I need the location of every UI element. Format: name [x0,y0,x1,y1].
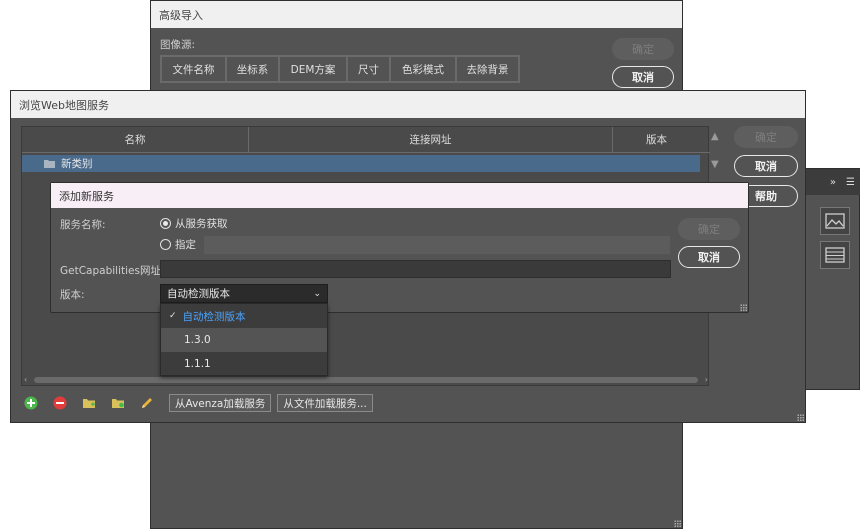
scroll-right-icon[interactable]: › [698,375,708,384]
checkmark-icon: ✓ [169,311,177,321]
folder-star-icon[interactable] [111,396,125,410]
radio-checked-icon [160,218,171,229]
side-panel: » ☰ [805,168,860,390]
list-item[interactable]: 新类别 [22,155,700,172]
version-label: 版本: [60,289,85,301]
version-select-value: 自动检测版本 [167,288,230,300]
load-from-avenza-button[interactable]: 从Avenza加载服务 [169,394,272,412]
radio-from-service-label: 从服务获取 [175,218,228,230]
advanced-import-title: 高级导入 [159,8,203,22]
list-item-label: 新类别 [61,158,93,170]
resize-gripper[interactable] [740,304,747,311]
column-url[interactable]: 连接网址 [249,127,613,152]
tab-coordinate-system[interactable]: 坐标系 [226,56,279,82]
tab-color-mode[interactable]: 色彩模式 [390,56,456,82]
radio-specify[interactable]: 指定 [160,237,196,252]
dropdown-option-auto[interactable]: ✓ 自动检测版本 [161,304,327,328]
pencil-icon[interactable] [140,396,154,410]
tab-remove-background[interactable]: 去除背景 [456,56,519,82]
add-service-titlebar: 添加新服务 [51,183,748,208]
radio-specify-label: 指定 [175,239,196,251]
tab-dem-scheme[interactable]: DEM方案 [279,56,347,82]
dropdown-option-label: 1.1.1 [184,358,211,370]
radio-unchecked-icon [160,239,171,250]
dropdown-option-111[interactable]: 1.1.1 [161,352,327,376]
image-source-label: 图像源: [160,39,196,51]
load-from-file-button[interactable]: 从文件加载服务... [277,394,373,412]
browse-wms-title: 浏览Web地图服务 [19,98,109,112]
tab-file-name[interactable]: 文件名称 [161,56,226,82]
remove-icon[interactable] [53,396,67,410]
move-down-icon[interactable]: ▼ [711,159,719,170]
add-service-title: 添加新服务 [59,189,114,203]
advanced-import-ok-button[interactable]: 确定 [612,38,674,60]
browse-wms-titlebar: 浏览Web地图服务 [11,91,805,118]
add-service-ok-button[interactable]: 确定 [678,218,740,240]
add-service-cancel-button[interactable]: 取消 [678,246,740,268]
list-toolbar: 从Avenza加载服务 从文件加载服务... [24,393,373,413]
add-icon[interactable] [24,396,38,410]
specify-name-input[interactable] [203,235,671,255]
move-up-icon[interactable]: ▲ [711,131,719,142]
folder-icon [44,160,55,168]
radio-from-service[interactable]: 从服务获取 [160,216,228,231]
column-name[interactable]: 名称 [22,127,249,152]
list-header: 名称 连接网址 版本 [22,127,710,153]
chevron-down-icon: ⌄ [313,288,321,299]
menu-icon[interactable]: ☰ [846,177,855,188]
browse-ok-button[interactable]: 确定 [734,126,798,148]
horizontal-scrollbar[interactable]: ‹ › [24,375,708,384]
new-folder-icon[interactable] [82,396,96,410]
dropdown-option-label: 1.3.0 [184,334,211,346]
getcap-label: GetCapabilities网址: [60,265,165,277]
browse-cancel-button[interactable]: 取消 [734,155,798,177]
add-service-dialog: 添加新服务 服务名称: 从服务获取 指定 GetCapabilities网址: … [50,182,749,313]
advanced-import-cancel-button[interactable]: 取消 [612,66,674,88]
scrollbar-thumb[interactable] [34,376,698,383]
scroll-left-icon[interactable]: ‹ [24,375,34,384]
import-tabs: 文件名称 坐标系 DEM方案 尺寸 色彩模式 去除背景 [160,55,520,83]
version-select[interactable]: 自动检测版本 ⌄ [160,284,328,303]
service-name-label: 服务名称: [60,219,106,231]
expand-icon[interactable]: » [830,177,836,188]
resize-gripper[interactable] [674,520,681,527]
column-version[interactable]: 版本 [613,127,700,152]
side-panel-header: » ☰ [806,169,860,195]
image-tool-icon[interactable] [820,207,850,235]
dropdown-option-130[interactable]: 1.3.0 [161,328,327,352]
tab-size[interactable]: 尺寸 [347,56,390,82]
table-tool-icon[interactable] [820,241,850,269]
advanced-import-titlebar: 高级导入 [151,1,682,28]
version-dropdown-list: ✓ 自动检测版本 1.3.0 1.1.1 [160,303,328,376]
getcap-url-input[interactable] [160,260,671,278]
resize-gripper[interactable] [797,414,804,421]
dropdown-option-label: 自动检测版本 [182,310,246,323]
